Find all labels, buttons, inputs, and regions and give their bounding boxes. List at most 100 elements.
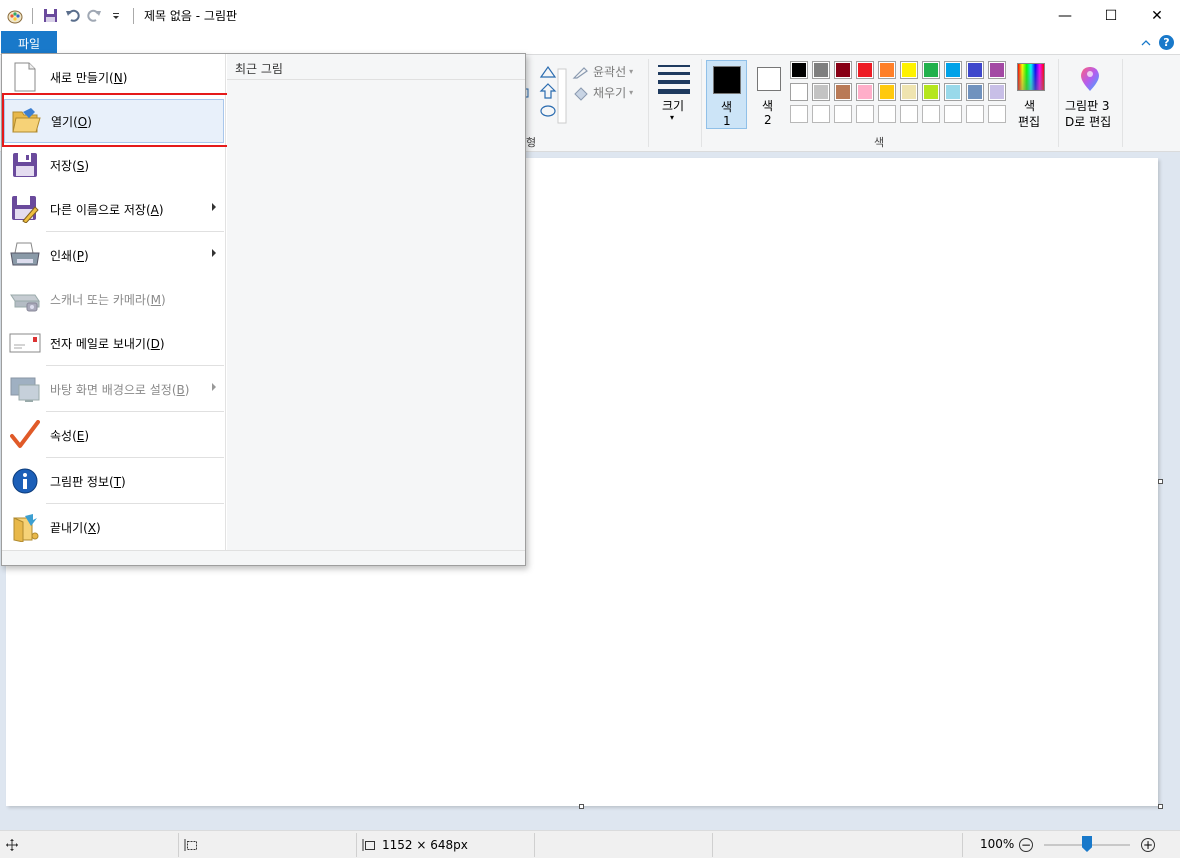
fill-dropdown-chevron-icon: ▾ [629, 88, 634, 97]
menu-item-label: 다른 이름으로 저장(A) [50, 202, 164, 217]
zoom-in-icon[interactable]: + [1141, 838, 1155, 852]
menu-separator [46, 365, 224, 366]
collapse-ribbon-chevron-icon[interactable] [1141, 36, 1151, 50]
palette-swatch[interactable] [944, 61, 962, 79]
palette-empty-swatch[interactable] [988, 105, 1006, 123]
palette-swatch[interactable] [856, 83, 874, 101]
zoom-out-icon[interactable]: − [1019, 838, 1033, 852]
save-icon[interactable] [41, 7, 59, 25]
palette-swatch[interactable] [900, 83, 918, 101]
menu-separator [46, 503, 224, 504]
palette-empty-swatch[interactable] [966, 105, 984, 123]
paint3d-label-line1: 그림판 3 [1065, 99, 1110, 113]
palette-swatch[interactable] [922, 61, 940, 79]
menu-item-email[interactable]: 전자 메일로 보내기(D) [4, 321, 224, 365]
paint-app-icon[interactable] [6, 7, 24, 25]
palette-empty-swatch[interactable] [878, 105, 896, 123]
resize-handle-right[interactable] [1158, 479, 1163, 484]
ribbon-tab-row: 파일 ? [0, 31, 1180, 55]
group-divider [1058, 59, 1059, 147]
redo-icon[interactable] [85, 7, 103, 25]
maximize-button[interactable]: ☐ [1088, 0, 1134, 31]
menu-item-exit[interactable]: 끝내기(X) [4, 505, 224, 549]
menu-item-label: 인쇄(P) [50, 248, 89, 263]
resize-handle-corner[interactable] [1158, 804, 1163, 809]
shapes-gallery[interactable] [523, 65, 568, 125]
menu-item-print[interactable]: 인쇄(P) [4, 233, 224, 277]
paint3d-label-line2: D로 편집 [1065, 115, 1112, 129]
outline-dropdown-chevron-icon: ▾ [629, 67, 634, 76]
window-title: 제목 없음 - 그림판 [144, 9, 238, 23]
customize-toolbar-chevron-icon[interactable] [107, 7, 125, 25]
file-menu: 새로 만들기(N) 열기(O) 저장(S) 다른 이름으로 저장(A) 인쇄(P… [1, 53, 526, 566]
cursor-position [6, 831, 18, 858]
palette-empty-swatch[interactable] [812, 105, 830, 123]
outline-pen-icon [572, 66, 588, 79]
open-item-highlight [2, 93, 235, 147]
menu-separator [46, 411, 224, 412]
menu-item-label: 그림판 정보(T) [50, 474, 126, 489]
zoom-slider-thumb[interactable] [1082, 836, 1092, 852]
color2-button[interactable]: 색 2 [752, 60, 786, 129]
paint3d-icon [1081, 67, 1099, 91]
menu-item-label: 스캐너 또는 카메라(M) [50, 292, 166, 307]
colors-group-label: 색 [874, 136, 885, 149]
palette-swatch[interactable] [878, 61, 896, 79]
undo-icon[interactable] [63, 7, 81, 25]
menu-item-set-desktop-background: 바탕 화면 배경으로 설정(B) [4, 367, 224, 411]
menu-item-properties[interactable]: 속성(E) [4, 413, 224, 457]
submenu-arrow-icon [212, 383, 216, 391]
menu-item-save-as[interactable]: 다른 이름으로 저장(A) [4, 187, 224, 231]
palette-swatch[interactable] [966, 61, 984, 79]
color-palette [790, 61, 1012, 125]
palette-swatch[interactable] [812, 61, 830, 79]
menu-item-label: 전자 메일로 보내기(D) [50, 336, 165, 351]
palette-empty-swatch[interactable] [900, 105, 918, 123]
palette-empty-swatch[interactable] [922, 105, 940, 123]
palette-swatch[interactable] [856, 61, 874, 79]
palette-swatch[interactable] [834, 61, 852, 79]
menu-item-about[interactable]: 그림판 정보(T) [4, 459, 224, 503]
palette-empty-swatch[interactable] [856, 105, 874, 123]
fill-button[interactable]: 채우기 ▾ [572, 84, 633, 101]
help-icon[interactable]: ? [1159, 35, 1174, 50]
outline-label: 윤곽선 [593, 65, 627, 79]
file-menu-footer [2, 550, 525, 565]
palette-swatch[interactable] [922, 83, 940, 101]
palette-swatch[interactable] [944, 83, 962, 101]
palette-swatch[interactable] [966, 83, 984, 101]
palette-empty-swatch[interactable] [790, 105, 808, 123]
submenu-arrow-icon [212, 203, 216, 211]
resize-handle-bottom[interactable] [579, 804, 584, 809]
edit-colors-label-line2: 편집 [1018, 115, 1041, 129]
palette-swatch[interactable] [878, 83, 896, 101]
selection-size-icon [184, 838, 197, 851]
edit-colors-button[interactable]: 색 편집 [1014, 61, 1048, 131]
size-button[interactable]: 크기 ▾ [654, 61, 694, 127]
recent-pictures-title: 최근 그림 [235, 62, 283, 76]
menu-item-label: 속성(E) [50, 428, 90, 443]
minimize-button[interactable]: — [1042, 0, 1088, 31]
palette-swatch[interactable] [812, 83, 830, 101]
palette-swatch[interactable] [988, 83, 1006, 101]
outline-button[interactable]: 윤곽선 ▾ [572, 63, 633, 80]
palette-swatch[interactable] [988, 61, 1006, 79]
palette-swatch[interactable] [834, 83, 852, 101]
color2-swatch [757, 67, 781, 91]
palette-swatch[interactable] [900, 61, 918, 79]
palette-empty-swatch[interactable] [834, 105, 852, 123]
close-button[interactable]: ✕ [1134, 0, 1180, 31]
color1-button[interactable]: 색 1 [706, 60, 747, 129]
title-bar: 제목 없음 - 그림판 — ☐ ✕ [0, 0, 1180, 31]
shapes-group-label: 형 [526, 136, 537, 149]
palette-swatch[interactable] [790, 61, 808, 79]
file-tab[interactable]: 파일 [1, 31, 57, 55]
crosshair-icon [6, 838, 18, 851]
image-size-text: 1152 × 648px [382, 837, 468, 852]
menu-item-save[interactable]: 저장(S) [4, 143, 224, 187]
edit-with-paint3d-button[interactable]: 그림판 3 D로 편집 [1062, 61, 1118, 131]
palette-swatch[interactable] [790, 83, 808, 101]
fill-label: 채우기 [593, 86, 627, 100]
color1-label-line2: 1 [723, 114, 731, 128]
palette-empty-swatch[interactable] [944, 105, 962, 123]
